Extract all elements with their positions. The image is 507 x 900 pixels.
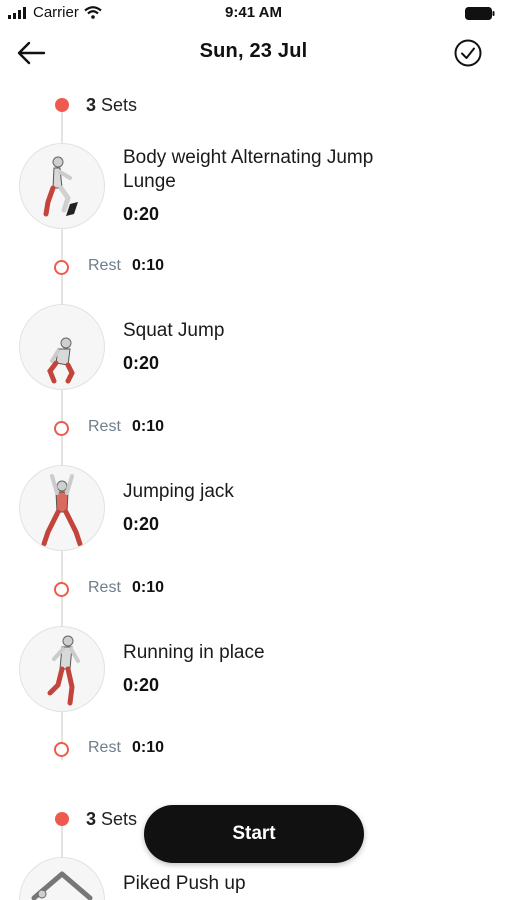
rest-label: Rest xyxy=(88,579,121,596)
sets-label: 3 Sets xyxy=(86,95,137,116)
lunge-figure-icon xyxy=(43,156,78,217)
rest-row: Rest 0:10 xyxy=(0,257,507,279)
header: Sun, 23 Jul xyxy=(0,28,507,78)
exercise-duration: 0:20 xyxy=(123,675,160,695)
sets-header: 3 Sets xyxy=(0,93,507,117)
exercise-thumbnail xyxy=(19,465,105,551)
rest-row: Rest 0:10 xyxy=(0,579,507,601)
rest-duration: 0:10 xyxy=(132,739,165,756)
sets-text: Sets xyxy=(101,94,138,115)
exercise-thumbnail xyxy=(19,857,105,900)
running-figure-icon xyxy=(47,635,80,706)
sets-label: 3 Sets xyxy=(86,809,137,830)
rest-label: Rest xyxy=(88,257,121,274)
page-title: Sun, 23 Jul xyxy=(199,40,308,62)
rest-duration: 0:10 xyxy=(132,579,165,596)
rest-row: Rest 0:10 xyxy=(0,739,507,761)
sets-text: Sets xyxy=(101,808,138,829)
exercise-name: Squat Jump xyxy=(123,320,225,341)
status-time: 9:41 AM xyxy=(225,4,282,21)
rest-marker xyxy=(54,260,69,275)
confirm-button[interactable] xyxy=(453,38,483,68)
rest-row: Rest 0:10 xyxy=(0,418,507,440)
exercise-item[interactable]: Piked Push up xyxy=(0,857,507,900)
exercise-item[interactable]: Running in place 0:20 xyxy=(0,626,507,716)
exercise-thumbnail xyxy=(19,304,105,390)
exercise-name: Running in place xyxy=(123,642,265,663)
exercise-name: Body weight Alternating Jump Lunge xyxy=(123,147,374,192)
jumping-jack-figure-icon xyxy=(41,474,83,547)
set-marker xyxy=(55,98,69,112)
exercise-thumbnail xyxy=(19,143,105,229)
exercise-item[interactable]: Jumping jack 0:20 xyxy=(0,465,507,555)
exercise-name: Jumping jack xyxy=(123,481,234,502)
exercise-duration: 0:20 xyxy=(123,204,160,224)
battery-icon xyxy=(465,7,495,20)
rest-label: Rest xyxy=(88,739,121,756)
check-circle-icon xyxy=(454,39,482,67)
rest-marker xyxy=(54,582,69,597)
status-bar: Carrier 9:41 AM xyxy=(0,0,507,26)
rest-duration: 0:10 xyxy=(132,418,165,435)
exercise-duration: 0:20 xyxy=(123,353,160,373)
squat-figure-icon xyxy=(47,337,75,384)
exercise-thumbnail xyxy=(19,626,105,712)
pushup-figure-icon xyxy=(31,871,93,900)
rest-marker xyxy=(54,421,69,436)
set-marker xyxy=(55,812,69,826)
sets-count: 3 xyxy=(86,94,97,115)
exercise-item[interactable]: Squat Jump 0:20 xyxy=(0,304,507,394)
rest-label: Rest xyxy=(88,418,121,435)
rest-duration: 0:10 xyxy=(132,257,165,274)
exercise-duration: 0:20 xyxy=(123,514,160,534)
exercise-item[interactable]: Body weight Alternating Jump Lunge 0:20 xyxy=(0,143,507,233)
exercise-name: Piked Push up xyxy=(123,873,246,894)
start-button[interactable]: Start xyxy=(144,805,364,863)
rest-marker xyxy=(54,742,69,757)
sets-count: 3 xyxy=(86,808,97,829)
